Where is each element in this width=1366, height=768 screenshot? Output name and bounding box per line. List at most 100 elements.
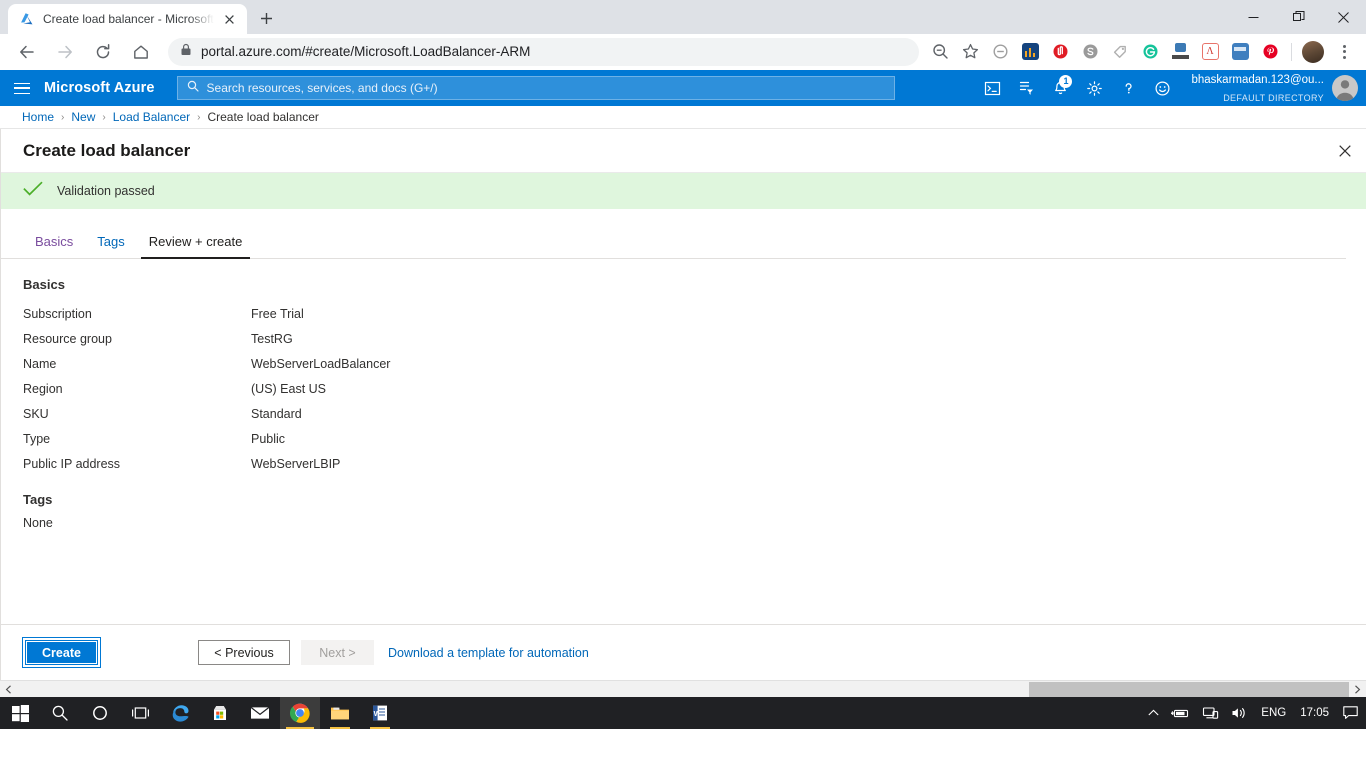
battery-icon[interactable] [1165,697,1196,729]
chrome-icon[interactable] [280,697,320,729]
window-close-icon[interactable] [1321,0,1366,34]
breadcrumb-item-home[interactable]: Home [22,110,54,124]
directory-filter-icon[interactable] [1009,70,1043,106]
bookmark-star-icon[interactable] [956,38,984,66]
kebab-menu-icon[interactable] [1330,38,1358,66]
system-tray: ENG 17:05 [1142,697,1366,729]
toolbar-divider [1291,42,1292,61]
horizontal-scrollbar[interactable] [0,680,1366,697]
back-arrow-icon[interactable] [12,37,42,67]
extension-screen-icon[interactable] [1226,38,1254,66]
svg-text:W: W [374,709,382,718]
browser-toolbar: portal.azure.com/#create/Microsoft.LoadB… [0,34,1366,70]
cortana-icon[interactable] [80,697,120,729]
tab-tags[interactable]: Tags [85,230,136,258]
address-bar[interactable]: portal.azure.com/#create/Microsoft.LoadB… [168,37,919,66]
extension-alexa-icon[interactable] [1166,38,1194,66]
home-icon[interactable] [126,37,156,67]
summary-row-type: Type Public [23,426,1344,451]
word-icon[interactable]: W [360,697,400,729]
clock-time[interactable]: 17:05 [1293,707,1336,719]
account-menu[interactable]: bhaskarmadan.123@ou... DEFAULT DIRECTORY [1179,70,1366,106]
tab-basics[interactable]: Basics [23,230,85,258]
global-search-placeholder: Search resources, services, and docs (G+… [206,81,438,95]
taskbar-search-icon[interactable] [40,697,80,729]
summary-row-region: Region (US) East US [23,376,1344,401]
extension-tag-icon[interactable] [1106,38,1134,66]
edge-icon[interactable] [160,697,200,729]
summary-value: Standard [251,406,302,421]
help-icon[interactable] [1111,70,1145,106]
azure-logo-icon [19,11,35,27]
task-view-icon[interactable] [120,697,160,729]
zoom-out-icon[interactable] [926,38,954,66]
azure-top-bar: Microsoft Azure Search resources, servic… [0,70,1366,106]
previous-button[interactable]: < Previous [198,640,290,665]
notifications-bell-icon[interactable]: 1 [1043,70,1077,106]
user-avatar [1332,75,1358,101]
hamburger-menu-icon[interactable] [0,70,44,106]
extension-analytics-icon[interactable] [1016,38,1044,66]
network-icon[interactable] [1196,697,1225,729]
extension-pinterest-icon[interactable] [1256,38,1284,66]
forward-arrow-icon [50,37,80,67]
browser-tab-title: Create load balancer - Microsoft [43,12,214,26]
summary-value: WebServerLBIP [251,456,341,471]
summary-key: Region [23,381,63,396]
settings-gear-icon[interactable] [1077,70,1111,106]
scrollbar-thumb[interactable] [1029,681,1349,697]
reload-icon[interactable] [88,37,118,67]
microsoft-store-icon[interactable] [200,697,240,729]
summary-row-sku: SKU Standard [23,401,1344,426]
breadcrumb-item-load-balancer[interactable]: Load Balancer [113,110,190,124]
summary-value: WebServerLoadBalancer [251,356,391,371]
account-directory: DEFAULT DIRECTORY [1223,93,1324,103]
browser-tabstrip: Create load balancer - Microsoft [0,0,281,34]
summary-value: Free Trial [251,306,304,321]
summary-value: (US) East US [251,381,327,396]
cloud-shell-icon[interactable] [975,70,1009,106]
extension-grammarly-icon[interactable] [1136,38,1164,66]
mail-icon[interactable] [240,697,280,729]
browser-titlebar: Create load balancer - Microsoft [0,0,1366,34]
scroll-right-arrow-icon[interactable] [1349,681,1366,698]
tab-close-icon[interactable] [222,11,238,27]
chevron-up-icon[interactable] [1142,697,1165,729]
summary-key: Type [23,431,51,446]
summary-row-name: Name WebServerLoadBalancer [23,351,1344,376]
action-center-icon[interactable] [1336,697,1364,729]
global-search-input[interactable]: Search resources, services, and docs (G+… [176,76,895,100]
scroll-left-arrow-icon[interactable] [0,681,17,698]
blade-close-icon[interactable] [1328,134,1362,168]
create-button[interactable]: Create [22,637,101,668]
extension-adblock-icon[interactable] [1046,38,1074,66]
breadcrumb-item-new[interactable]: New [71,110,95,124]
file-explorer-icon[interactable] [320,697,360,729]
extension-block-icon[interactable] [986,38,1014,66]
language-indicator[interactable]: ENG [1254,707,1293,719]
section-heading-tags: Tags [23,492,53,507]
browser-tab[interactable]: Create load balancer - Microsoft [8,4,247,34]
checkmark-icon [23,181,43,202]
extension-pdf-icon[interactable]: Λ [1196,38,1224,66]
profile-avatar[interactable] [1299,38,1327,66]
volume-icon[interactable] [1225,697,1254,729]
feedback-smiley-icon[interactable] [1145,70,1179,106]
minimize-icon[interactable] [1231,0,1276,34]
scrollbar-track[interactable] [17,681,1349,698]
validation-banner: Validation passed [1,172,1366,209]
blade-header: Create load balancer [1,129,1366,172]
azure-top-bar-actions: 1 bhaskarmadan.123@ou... DEFAULT DIRECTO… [975,70,1366,106]
wizard-tabs: Basics Tags Review + create [1,230,1346,259]
summary-key: Public IP address [23,456,121,471]
download-template-link[interactable]: Download a template for automation [388,646,589,660]
azure-brand[interactable]: Microsoft Azure [44,80,155,96]
extension-skype-icon[interactable] [1076,38,1104,66]
new-tab-button[interactable] [253,4,281,32]
tab-review-create[interactable]: Review + create [137,230,255,259]
summary-key: SKU [23,406,49,421]
start-button-icon[interactable] [0,697,40,729]
tags-empty-label: None [23,516,53,530]
restore-icon[interactable] [1276,0,1321,34]
